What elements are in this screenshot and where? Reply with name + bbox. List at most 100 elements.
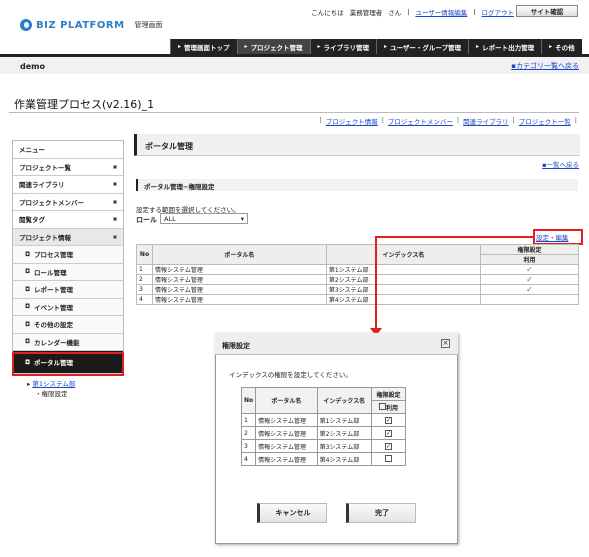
sidebar-tree: ▸ 第1システム部 ・権限設定 — [27, 380, 76, 398]
project-links: | プロジェクト情報 | プロジェクトメンバー | 関連ライブラリ | プロジェクト一覧… — [319, 116, 577, 126]
sub-bar — [0, 54, 589, 74]
role-label: ロール — [136, 216, 157, 224]
close-icon[interactable]: × — [441, 339, 450, 348]
dialog-message: インデックスの権限を設定してください。 — [229, 371, 352, 379]
category-list-link[interactable]: ▪カテゴリ一覧へ戻る — [511, 61, 579, 71]
chevron-down-icon: ▾ — [240, 214, 244, 223]
col-perm: 権限設定 — [480, 244, 579, 255]
use-checkbox[interactable]: ✓ — [385, 442, 392, 450]
honorific: さん — [388, 9, 402, 17]
connector-line — [375, 236, 535, 238]
use-checkbox[interactable] — [385, 454, 392, 462]
portal-header — [134, 134, 580, 156]
tab-report-admin[interactable]: レポート出力管理 — [468, 39, 542, 54]
role-select[interactable]: ALL ▾ — [160, 213, 248, 224]
square-icon — [113, 182, 117, 187]
cancel-button[interactable]: キャンセル — [257, 503, 327, 523]
project-list-link[interactable]: プロジェクト一覧 — [519, 116, 571, 126]
tab-user-group-admin[interactable]: ユーザー・グループ管理 — [376, 39, 469, 54]
table-row: 2 情報システム管理 第2システム部 ✓ — [240, 426, 406, 440]
dialog-header — [215, 333, 458, 355]
sidebar: メニュー プロジェクト一覧 関連ライブラリ プロジェクトメンバー 閲覧タグ プロ… — [12, 140, 124, 375]
check-icon — [480, 294, 579, 305]
site-confirm-button[interactable]: サイト確認 — [516, 5, 578, 17]
tree-arrow-icon: ▸ — [27, 380, 31, 388]
sidebar-header: メニュー — [13, 141, 123, 159]
portal-title: ポータル管理 — [145, 142, 193, 151]
sidebar-item-process[interactable]: ◘ プロセス管理 — [13, 246, 123, 264]
bullet-icon: ◘ — [25, 320, 31, 328]
table-row: 4 情報システム管理 第4システム部 — [136, 294, 579, 305]
table-row: 4 情報システム管理 第4システム部 — [240, 452, 406, 466]
sidebar-item-project-list[interactable]: プロジェクト一覧 — [13, 158, 123, 176]
col-no: No — [240, 387, 257, 414]
col-index: インデックス名 — [325, 244, 482, 265]
sidebar-item-view-tags[interactable]: 閲覧タグ — [13, 211, 123, 229]
user-area: こんにちは 業務管理者 さん | ユーザー情報編集 | ログアウト — [311, 7, 515, 17]
bullet-icon: ◘ — [25, 285, 31, 293]
bullet-icon: ◘ — [25, 250, 31, 258]
page-title: 作業管理プロセス(v2.16)_1 — [14, 98, 155, 111]
square-icon — [113, 234, 117, 239]
sidebar-item-event[interactable]: ◘ イベント管理 — [13, 298, 123, 316]
related-library-link[interactable]: 関連ライブラリ — [463, 116, 509, 126]
table-row: 3 情報システム管理 第3システム部 ✓ — [240, 439, 406, 453]
sidebar-item-project-members[interactable]: プロジェクトメンバー — [13, 193, 123, 211]
square-icon — [113, 217, 117, 222]
tab-library-admin[interactable]: ライブラリ管理 — [309, 39, 377, 54]
sidebar-item-report[interactable]: ◘ レポート管理 — [13, 281, 123, 299]
section-title: ポータル管理−権限設定 — [144, 183, 215, 191]
top-nav: 管理画面トップ プロジェクト管理 ライブラリ管理 ユーザー・グループ管理 レポー… — [170, 39, 582, 54]
use-checkbox[interactable]: ✓ — [385, 429, 392, 437]
site-name: demo — [20, 62, 45, 71]
user-edit-link[interactable]: ユーザー情報編集 — [415, 7, 467, 17]
brand-subtitle: 管理画面 — [134, 21, 163, 29]
brand-name: BIZ PLATFORM — [36, 19, 125, 31]
check-icon: ✓ — [480, 274, 579, 285]
tab-admin-top[interactable]: 管理画面トップ — [170, 39, 237, 54]
sidebar-item-other-settings[interactable]: ◘ その他の設定 — [13, 316, 123, 334]
sidebar-item-related-library[interactable]: 関連ライブラリ — [13, 176, 123, 194]
table-row: 1 情報システム管理 第1システム部 ✓ — [136, 264, 579, 275]
select-all-checkbox[interactable] — [378, 402, 386, 410]
setting-highlight — [533, 229, 583, 245]
sidebar-item-calendar[interactable]: ◘ カレンダー機能 — [13, 333, 123, 351]
tab-project-admin[interactable]: プロジェクト管理 — [236, 39, 310, 54]
check-icon: ✓ — [480, 264, 579, 275]
col-portal: ポータル名 — [152, 244, 327, 265]
logo-mark-icon — [20, 19, 32, 31]
portal-table: No ポータル名 インデックス名 権限設定 利用 1 情報システム管理 第1システム… — [136, 244, 579, 305]
dialog-table: No ポータル名 インデックス名 権限設定 利用 1 情報システム管理 第1システム… — [240, 387, 406, 466]
table-row: 1 情報システム管理 第1システム部 ✓ — [240, 413, 406, 427]
bullet-icon: ◘ — [25, 303, 31, 311]
col-index: インデックス名 — [316, 387, 373, 414]
connector-line — [375, 236, 377, 330]
tree-parent-link[interactable]: 第1システム部 — [32, 380, 75, 388]
logo: BIZ PLATFORM 管理画面 — [20, 19, 163, 31]
sidebar-item-project-info[interactable]: プロジェクト情報 — [13, 228, 123, 246]
sidebar-item-role[interactable]: ◘ ロール管理 — [13, 263, 123, 281]
project-members-link[interactable]: プロジェクトメンバー — [388, 116, 453, 126]
tab-other[interactable]: その他 — [541, 39, 582, 54]
project-info-link[interactable]: プロジェクト情報 — [326, 116, 378, 126]
dialog-title: 権限設定 — [222, 342, 250, 350]
square-icon — [113, 199, 117, 204]
col-use: 利用 — [480, 254, 579, 265]
done-button[interactable]: 完了 — [346, 503, 416, 523]
check-icon: ✓ — [480, 284, 579, 295]
bullet-icon: ◘ — [25, 268, 31, 276]
col-no: No — [136, 244, 153, 265]
table-row: 3 情報システム管理 第3システム部 ✓ — [136, 284, 579, 295]
user-name: 業務管理者 — [349, 9, 383, 17]
square-icon — [113, 164, 117, 169]
greeting: こんにちは — [311, 9, 344, 17]
back-to-list-link[interactable]: ▪一覧へ戻る — [542, 159, 579, 169]
portal-highlight — [12, 352, 124, 376]
tree-child[interactable]: 権限設定 — [42, 390, 68, 398]
col-portal: ポータル名 — [255, 387, 318, 414]
col-perm: 権限設定 — [371, 387, 406, 401]
logout-link[interactable]: ログアウト — [482, 7, 515, 17]
use-checkbox[interactable]: ✓ — [385, 416, 392, 424]
table-row: 2 情報システム管理 第2システム部 ✓ — [136, 274, 579, 285]
col-use-header: 利用 — [371, 400, 406, 414]
